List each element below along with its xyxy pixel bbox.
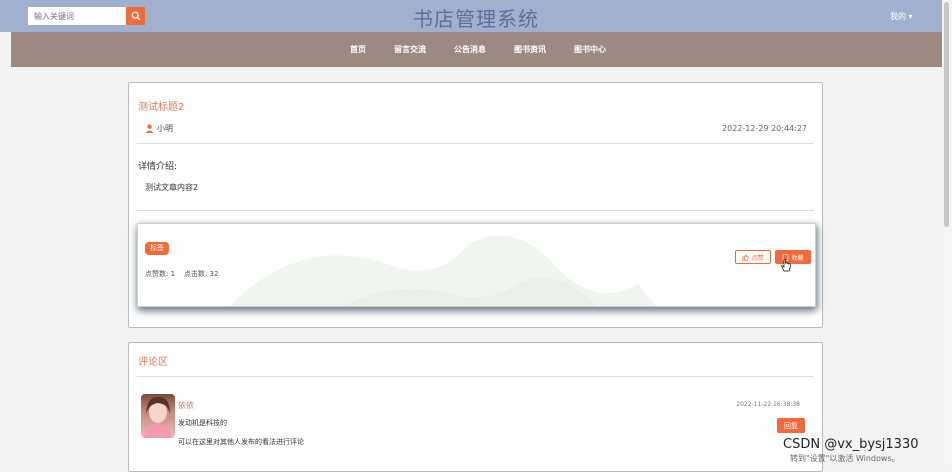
nav-announcements[interactable]: 公告消息	[454, 44, 486, 55]
top-bar: 书店管理系统 我的 ▾	[0, 0, 952, 32]
nav-book-center[interactable]: 图书中心	[574, 44, 606, 55]
divider	[137, 143, 814, 144]
scrollbar-thumb[interactable]	[944, 2, 949, 227]
favorite-label: 收藏	[791, 254, 804, 262]
mouse-cursor-icon	[781, 259, 791, 272]
article-action-box: 标签 点赞数: 1 点击数: 32 点赞 收藏	[137, 223, 816, 307]
windows-activation-text: 转到"设置"以激活 Windows。	[790, 454, 900, 463]
comment-hint: 可以在这里对其他人发布的看法进行评论	[178, 438, 304, 446]
comment-date: 2022-11-22 16:38:38	[736, 401, 800, 408]
nav-home[interactable]: 首页	[350, 44, 366, 55]
reply-button[interactable]: 回复	[777, 418, 805, 433]
like-label: 点赞	[751, 254, 764, 262]
watermark: CSDN @vx_bysj1330	[783, 437, 919, 452]
article-content: 测试文章内容2	[145, 183, 199, 192]
tag-badge: 标签	[145, 242, 169, 255]
comment-author: 依依	[178, 401, 194, 410]
detail-label: 详情介绍:	[138, 162, 178, 172]
avatar-image	[144, 396, 172, 438]
nav-book-news[interactable]: 图书资讯	[514, 44, 546, 55]
avatar	[141, 394, 175, 438]
background-decoration	[230, 235, 657, 306]
author-name: 小明	[157, 124, 173, 133]
article-author: 小明	[145, 123, 173, 134]
article-title: 测试标题2	[138, 102, 185, 113]
thumbs-up-icon	[742, 253, 750, 261]
comments-card: 评论区 依依 发动机是科技的 可以在这里对其他人发布的看法进行评论 2022-1…	[128, 342, 823, 472]
comment-text: 发动机是科技的	[178, 419, 227, 427]
site-title: 书店管理系统	[413, 7, 539, 31]
article-stats: 点赞数: 1 点击数: 32	[145, 270, 219, 278]
nav-bar: 首页 留言交流 公告消息 图书资讯 图书中心	[11, 32, 945, 67]
divider	[137, 376, 814, 377]
comments-title: 评论区	[138, 357, 168, 368]
divider	[137, 210, 814, 211]
article-card: 测试标题2 小明 2022-12-29 20:44:27 详情介绍: 测试文章内…	[128, 82, 823, 328]
nav-messages[interactable]: 留言交流	[394, 44, 426, 55]
article-date: 2022-12-29 20:44:27	[722, 124, 807, 133]
user-menu[interactable]: 我的 ▾	[890, 11, 913, 22]
user-icon	[145, 124, 154, 133]
like-button[interactable]: 点赞	[735, 250, 771, 264]
